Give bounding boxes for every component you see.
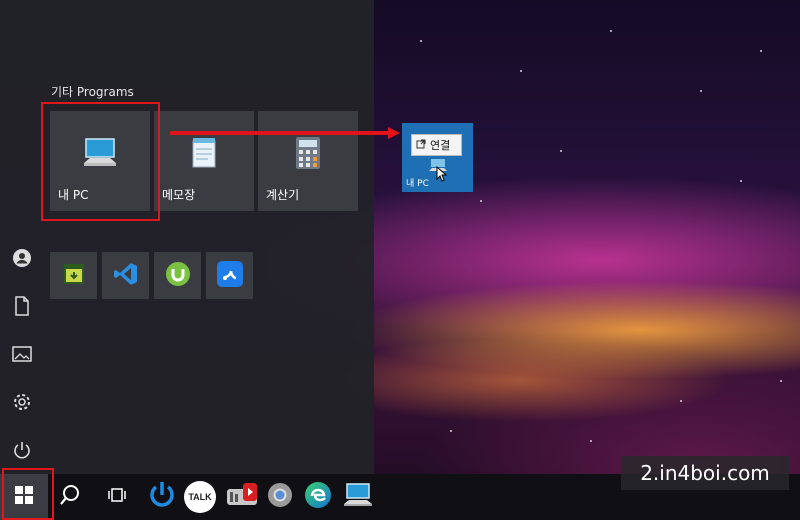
calculator-icon xyxy=(295,136,321,174)
chrome-icon xyxy=(266,481,294,513)
tile-calculator[interactable]: 계산기 xyxy=(258,111,358,211)
taskbar-this-pc[interactable] xyxy=(334,474,382,520)
start-left-rail xyxy=(0,0,44,474)
tile-vscode[interactable] xyxy=(102,252,149,299)
watermark: 2.in4boi.com xyxy=(621,456,789,490)
highlight-box-start xyxy=(2,468,54,520)
drag-arrow-line xyxy=(170,131,392,135)
link-tooltip: 연결 xyxy=(411,134,462,156)
tile-tpe-app[interactable] xyxy=(50,252,97,299)
user-icon[interactable] xyxy=(10,246,34,270)
kakaotalk-text: TALK xyxy=(188,492,212,502)
tile-group-title: 기타 Programs xyxy=(51,85,134,99)
drag-arrow-head xyxy=(388,127,400,139)
taskbar-kakaotalk[interactable]: TALK xyxy=(176,474,224,520)
task-view-button[interactable] xyxy=(94,474,142,520)
link-label: 연결 xyxy=(430,139,451,152)
edge-icon xyxy=(303,480,333,514)
power-icon[interactable] xyxy=(10,438,34,462)
notepad-icon xyxy=(188,136,220,174)
link-icon xyxy=(416,139,426,152)
vscode-icon xyxy=(113,261,139,291)
tpe-app-icon xyxy=(62,262,86,290)
this-pc-icon xyxy=(342,482,374,512)
search-icon xyxy=(59,484,81,510)
tile-label: 계산기 xyxy=(266,188,300,202)
settings-icon[interactable] xyxy=(10,390,34,414)
start-menu: 기타 Programs 내 PC 메모장 계산기 xyxy=(0,0,374,474)
tile-share-app[interactable] xyxy=(206,252,253,299)
utorrent-icon xyxy=(165,261,191,291)
tile-label: 메모장 xyxy=(162,188,196,202)
highlight-box-my-pc xyxy=(41,102,160,221)
mouse-cursor-icon xyxy=(436,165,448,186)
power-app-icon xyxy=(147,480,177,514)
tile-utorrent[interactable] xyxy=(154,252,201,299)
pictures-icon[interactable] xyxy=(10,342,34,366)
youtube-downloader-icon xyxy=(225,481,259,513)
dragged-tile-label: 내 PC xyxy=(406,179,429,189)
share-app-icon xyxy=(216,260,244,292)
tile-notepad[interactable]: 메모장 xyxy=(154,111,254,211)
documents-icon[interactable] xyxy=(10,294,34,318)
task-view-icon xyxy=(108,486,128,508)
kakaotalk-icon: TALK xyxy=(184,481,216,513)
